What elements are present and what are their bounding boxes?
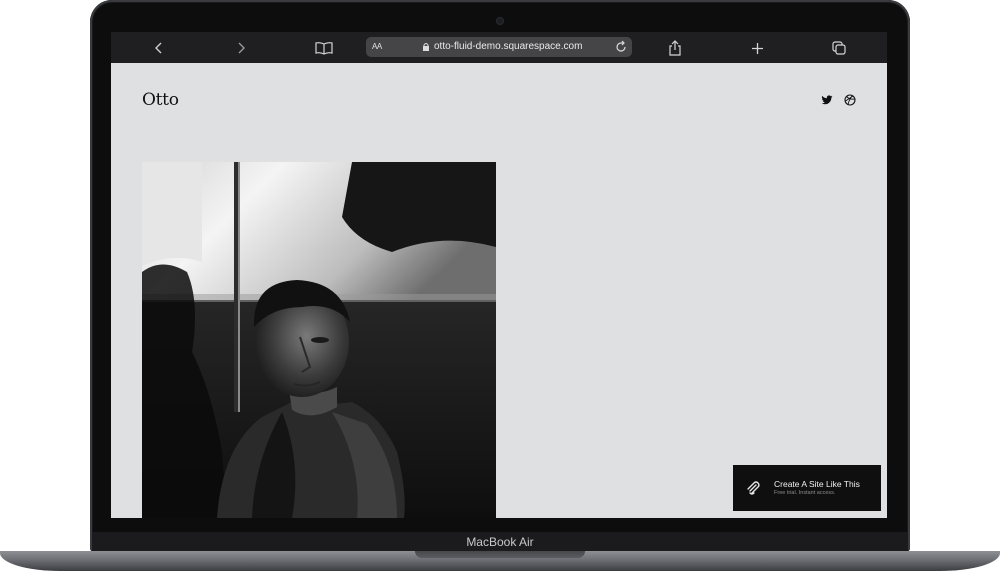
device-mockup: AA otto-fluid-demo.squarespace.com Otto <box>0 0 1000 574</box>
laptop-opening-notch <box>415 551 585 558</box>
site-logo[interactable]: Otto <box>142 90 179 110</box>
web-page: Otto Create A Site Like This Free trial.… <box>111 63 887 518</box>
share-icon <box>669 40 681 56</box>
plus-icon <box>751 42 763 54</box>
url-text: otto-fluid-demo.squarespace.com <box>434 41 583 52</box>
camera-dot <box>497 18 503 24</box>
forward-button[interactable] <box>231 38 251 58</box>
dribbble-icon[interactable] <box>844 94 856 106</box>
screen: AA otto-fluid-demo.squarespace.com Otto <box>111 32 887 518</box>
cta-title: Create A Site Like This <box>774 479 860 489</box>
text-size-button[interactable]: AA <box>372 42 382 51</box>
browser-toolbar: AA otto-fluid-demo.squarespace.com <box>111 32 887 63</box>
tabs-overview-button[interactable] <box>829 38 849 58</box>
book-icon <box>315 42 333 55</box>
chevron-left-icon <box>155 42 162 54</box>
bookmarks-button[interactable] <box>314 38 334 58</box>
device-model-label: MacBook Air <box>466 535 534 549</box>
lock-icon <box>423 43 429 51</box>
chevron-right-icon <box>238 42 245 54</box>
hero-portrait-image <box>142 162 496 518</box>
squarespace-logo-icon <box>747 481 760 495</box>
share-button[interactable] <box>665 38 685 58</box>
reload-icon[interactable] <box>614 40 628 54</box>
address-bar[interactable]: AA otto-fluid-demo.squarespace.com <box>366 37 632 57</box>
new-tab-button[interactable] <box>747 38 767 58</box>
back-button[interactable] <box>149 38 169 58</box>
create-site-banner[interactable]: Create A Site Like This Free trial. Inst… <box>733 465 881 511</box>
tabs-icon <box>832 41 846 55</box>
twitter-icon[interactable] <box>821 94 833 106</box>
cta-subtitle: Free trial. Instant access. <box>774 490 836 496</box>
